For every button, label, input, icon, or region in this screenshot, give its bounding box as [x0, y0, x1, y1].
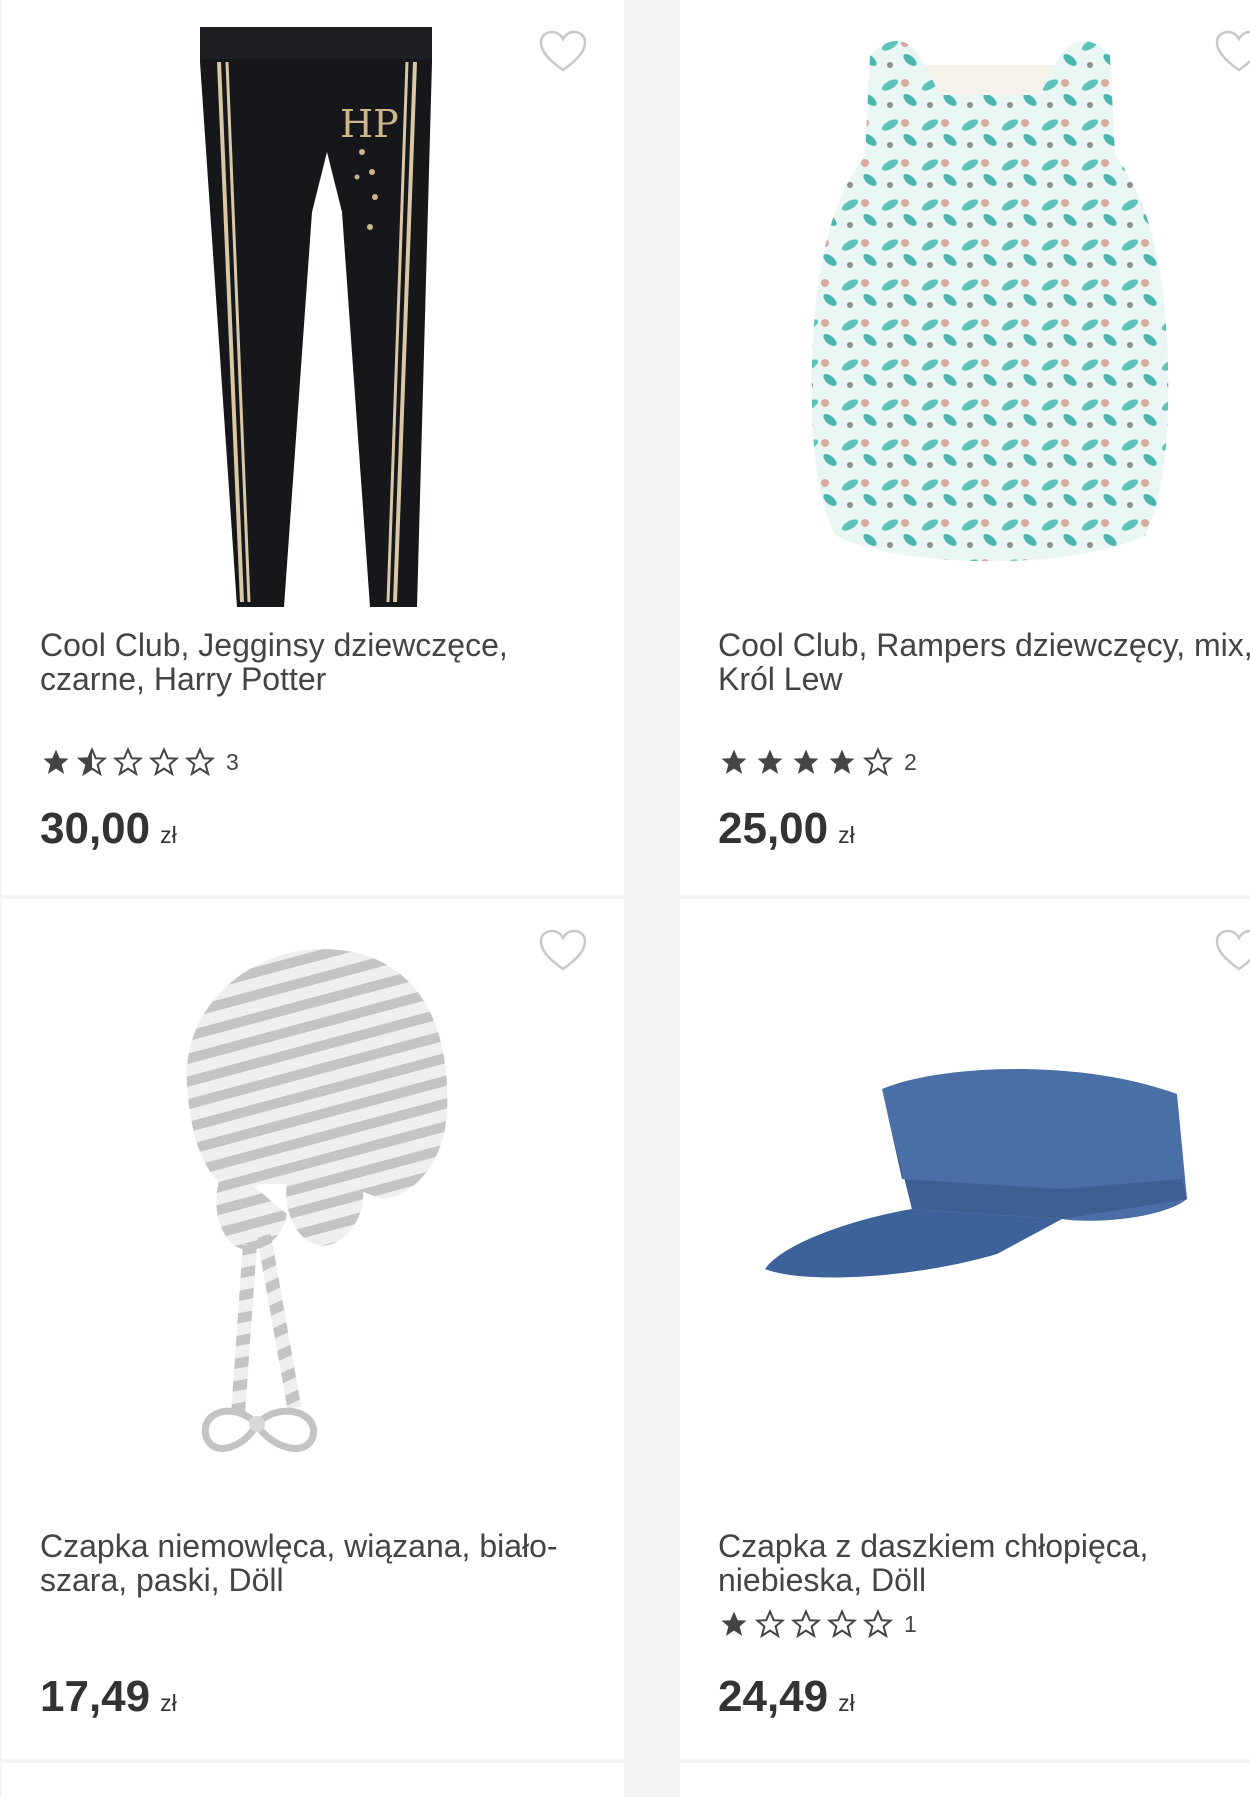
star-filled-icon	[721, 1611, 747, 1636]
star-filled-icon	[829, 749, 855, 774]
price-value: 24,49	[718, 1672, 829, 1721]
price-value: 25,00	[718, 804, 829, 853]
heart-icon[interactable]	[538, 30, 588, 74]
star-empty-icon	[826, 1609, 858, 1639]
rating-count: 3	[226, 748, 239, 775]
star-empty-icon	[184, 747, 216, 777]
heart-icon[interactable]	[538, 929, 588, 973]
product-price: 24,49 zł	[718, 1672, 855, 1722]
product-card[interactable]	[2, 1763, 624, 1797]
star-empty-icon	[754, 1609, 786, 1639]
star-half-icon	[76, 747, 108, 777]
price-value: 30,00	[40, 804, 151, 853]
price-currency: zł	[160, 1690, 177, 1716]
rating-count: 1	[904, 1610, 917, 1637]
star-empty-icon	[112, 747, 144, 777]
product-card[interactable]: Cool Club, Rampers dziewczęcy, mix, Król…	[680, 0, 1250, 895]
star-empty-icon	[862, 1609, 894, 1639]
product-price: 30,00 zł	[40, 804, 177, 854]
heart-icon[interactable]	[1214, 929, 1250, 973]
product-image[interactable]	[800, 35, 1180, 580]
price-currency: zł	[160, 822, 177, 848]
product-price: 17,49 zł	[40, 1672, 177, 1722]
price-currency: zł	[838, 1690, 855, 1716]
rating-stars: 2	[718, 747, 917, 777]
rating-stars: 3	[40, 747, 239, 777]
product-price: 25,00 zł	[718, 804, 855, 854]
star-empty-icon	[862, 747, 894, 777]
product-title[interactable]: Cool Club, Rampers dziewczęcy, mix, Król…	[718, 628, 1250, 696]
product-card[interactable]	[680, 1763, 1250, 1797]
product-title[interactable]: Cool Club, Jegginsy dziewczęce, czarne, …	[40, 628, 580, 696]
product-image[interactable]: HP	[192, 22, 442, 612]
rating-count: 2	[904, 748, 917, 775]
product-grid: HP Cool Club, Jegginsy dziewczęce, czarn…	[0, 0, 1250, 1797]
product-image[interactable]	[762, 1059, 1202, 1319]
product-card[interactable]: Czapka z daszkiem chłopięca, niebieska, …	[680, 899, 1250, 1759]
svg-text:HP: HP	[340, 102, 399, 146]
star-empty-icon	[790, 1609, 822, 1639]
star-filled-icon	[793, 749, 819, 774]
product-title[interactable]: Czapka z daszkiem chłopięca, niebieska, …	[718, 1529, 1250, 1597]
star-filled-icon	[721, 749, 747, 774]
price-value: 17,49	[40, 1672, 151, 1721]
star-filled-icon	[43, 749, 69, 774]
product-image[interactable]	[172, 944, 462, 1484]
star-filled-icon	[757, 749, 783, 774]
product-title[interactable]: Czapka niemowlęca, wiązana, biało-szara,…	[40, 1529, 580, 1597]
price-currency: zł	[838, 822, 855, 848]
heart-icon[interactable]	[1214, 30, 1250, 74]
product-card[interactable]: HP Cool Club, Jegginsy dziewczęce, czarn…	[2, 0, 624, 895]
star-empty-icon	[148, 747, 180, 777]
rating-stars: 1	[718, 1609, 917, 1639]
product-card[interactable]: Czapka niemowlęca, wiązana, biało-szara,…	[2, 899, 624, 1759]
